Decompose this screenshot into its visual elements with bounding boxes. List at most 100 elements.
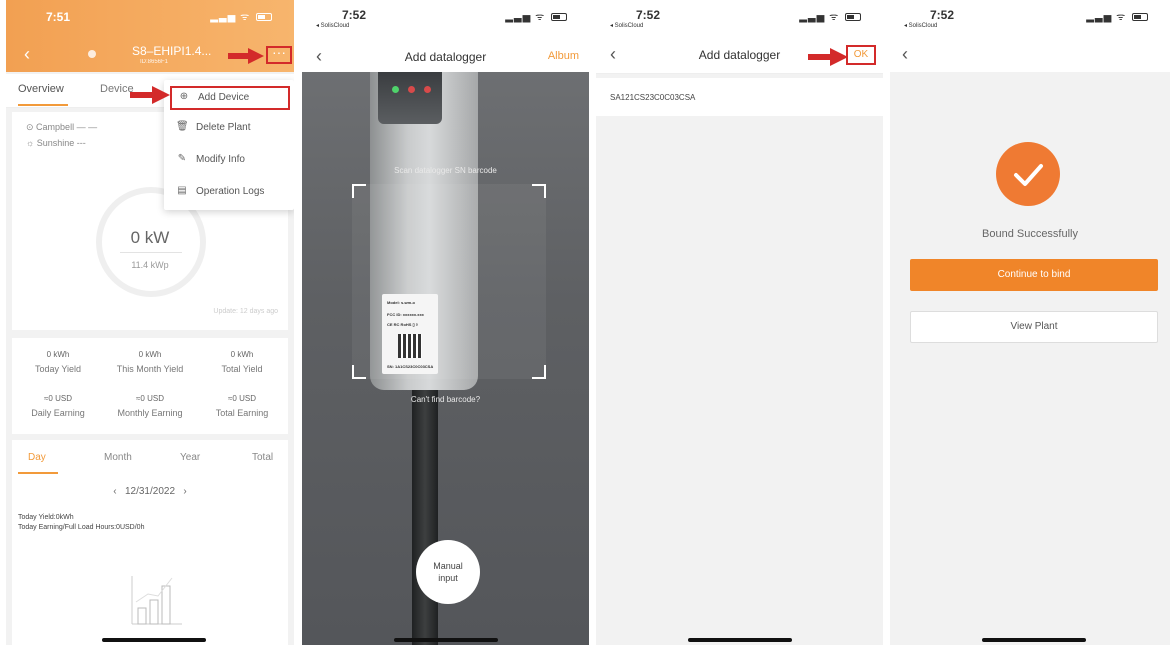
led-icon [424, 86, 431, 93]
weather-line: ☼ Sunshine --- [26, 138, 86, 148]
datalogger-top [378, 72, 442, 124]
tab-day[interactable]: Day [28, 452, 46, 463]
stat-monthly-earning: ≈0 USD Monthly Earning [117, 394, 183, 418]
stat-total-yield: 0 kWh Total Yield [221, 350, 263, 374]
back-to-app[interactable]: ◂ SolisCloud [904, 22, 937, 29]
trash-icon: 🗑 [176, 121, 189, 132]
home-indicator [982, 638, 1086, 642]
yield-card: 0 kWh Today Yield 0 kWh This Month Yield 0… [12, 338, 288, 434]
continue-to-bind-button[interactable]: Continue to bind [910, 259, 1158, 291]
datalogger-sn: SA121CS23C0C03CSA [610, 93, 696, 102]
battery-icon [551, 13, 567, 22]
tutorial-stage: 7:51 ▂▃▅ ᯤ ‹ S8–EHIPI1.4... ID:8656F1 ··… [0, 0, 1172, 645]
plant-id: ID:8656F1 [140, 59, 169, 65]
signal-icon: ▂▃▅ ᯤ [1086, 9, 1148, 23]
battery-icon [845, 13, 861, 22]
menu-modify-info[interactable]: ✎ Modify Info [170, 148, 290, 172]
led-icon [408, 86, 415, 93]
signal-icon: ▂▃▅ ᯤ [799, 9, 861, 23]
tab-year[interactable]: Year [180, 452, 200, 463]
confirm-header: 7:52 ◂ SolisCloud ▂▃▅ ᯤ ‹ Add datalogger… [596, 0, 883, 74]
next-date-icon[interactable]: › [183, 486, 186, 497]
signal-icon: ▂▃▅ ᯤ [210, 9, 272, 23]
frame-corner [532, 184, 546, 198]
signal-icon: ▂▃▅ ᯤ [505, 9, 567, 23]
status-time: 7:52 [930, 8, 955, 22]
tab-indicator [18, 104, 68, 106]
more-dropdown-menu: ⊕ Add Device 🗑 Delete Plant ✎ Modify Inf… [164, 80, 294, 210]
success-check-icon [996, 142, 1060, 206]
stat-total-earning: ≈0 USD Total Earning [215, 394, 269, 418]
scan-datalogger-screen: 7:52 ◂ SolisCloud ▂▃▅ ᯤ ‹ Add datalogger… [302, 0, 589, 645]
yield-note: Today Yield:0kWh [18, 514, 74, 521]
scan-header: 7:52 ◂ SolisCloud ▂▃▅ ᯤ ‹ Add datalogger… [302, 0, 589, 72]
sn-input-row[interactable]: SA121CS23C0C03CSA [596, 78, 883, 116]
status-time: 7:51 [46, 10, 71, 24]
success-header: 7:52 ◂ SolisCloud ▂▃▅ ᯤ ‹ [890, 0, 1170, 72]
home-indicator [688, 638, 792, 642]
antenna-cable [412, 390, 438, 645]
plus-circle-icon: ⊕ [179, 91, 189, 102]
battery-icon [1132, 13, 1148, 22]
scan-frame [352, 184, 546, 379]
plant-header: 7:51 ▂▃▅ ᯤ ‹ S8–EHIPI1.4... ID:8656F1 ··… [6, 0, 294, 72]
red-arrow-icon [808, 48, 848, 66]
more-menu-button[interactable]: ··· [266, 45, 292, 64]
back-to-app[interactable]: ◂ SolisCloud [610, 22, 643, 29]
gauge-divider [120, 252, 182, 253]
current-date: 12/31/2022 [124, 486, 176, 497]
back-icon[interactable]: ‹ [902, 44, 908, 65]
confirm-sn-screen: 7:52 ◂ SolisCloud ▂▃▅ ᯤ ‹ Add datalogger… [596, 0, 883, 645]
update-time: Update: 12 days ago [213, 308, 278, 315]
red-arrow-icon [228, 48, 264, 64]
manual-input-button[interactable]: Manual input [416, 540, 480, 604]
led-icon [392, 86, 399, 93]
chart-card: Day Month Year Total ‹ 12/31/2022 › Toda… [12, 440, 288, 645]
period-indicator [18, 472, 58, 474]
back-to-app[interactable]: ◂ SolisCloud [316, 22, 349, 29]
checkmark-icon [1014, 164, 1043, 186]
view-plant-button[interactable]: View Plant [910, 311, 1158, 343]
plant-status-icon [88, 50, 96, 58]
stat-today-yield: 0 kWh Today Yield [34, 350, 82, 374]
status-bar: 7:51 ▂▃▅ ᯤ [6, 0, 294, 36]
page-title: Add datalogger [404, 50, 487, 64]
frame-corner [532, 365, 546, 379]
frame-corner [352, 184, 366, 198]
log-icon: ▤ [177, 185, 187, 196]
plant-overview-screen: 7:51 ▂▃▅ ᯤ ‹ S8–EHIPI1.4... ID:8656F1 ··… [6, 0, 294, 645]
bind-success-screen: 7:52 ◂ SolisCloud ▂▃▅ ᯤ ‹ Bound Successf… [890, 0, 1170, 645]
tab-device[interactable]: Device [100, 83, 134, 95]
current-power: 0 kW [130, 228, 170, 247]
status-bar: 7:52 ◂ SolisCloud ▂▃▅ ᯤ [596, 0, 883, 36]
cant-find-barcode-link[interactable]: Can't find barcode? [302, 395, 589, 404]
edit-icon: ✎ [177, 153, 187, 164]
date-selector[interactable]: ‹ 12/31/2022 › [12, 486, 288, 497]
tab-total[interactable]: Total [252, 452, 273, 463]
frame-corner [352, 365, 366, 379]
menu-add-device[interactable]: ⊕ Add Device [170, 86, 290, 110]
status-bar: 7:52 ◂ SolisCloud ▂▃▅ ᯤ [890, 0, 1170, 36]
battery-icon [256, 13, 272, 22]
plant-title: S8–EHIPI1.4... [132, 44, 212, 58]
ok-button[interactable]: OK [846, 45, 876, 65]
home-indicator [394, 638, 498, 642]
installed-capacity: 11.4 kWp [131, 260, 169, 270]
prev-date-icon[interactable]: ‹ [113, 486, 116, 497]
location-line: ⊙ Campbell — — [26, 122, 98, 132]
success-message: Bound Successfully [982, 228, 1078, 240]
scan-instruction: Scan datalogger SN barcode [394, 166, 497, 175]
stat-daily-earning: ≈0 USD Daily Earning [31, 394, 85, 418]
status-time: 7:52 [636, 8, 661, 22]
back-icon[interactable]: ‹ [24, 44, 30, 65]
home-indicator [102, 638, 206, 642]
red-arrow-icon [130, 86, 170, 104]
menu-delete-plant[interactable]: 🗑 Delete Plant [170, 116, 290, 140]
empty-chart-icon [131, 576, 182, 625]
album-button[interactable]: Album [548, 50, 579, 62]
camera-view: Model: s-wm-o FCC ID: xxxxxx.xxx CE RC R… [302, 72, 589, 645]
tab-month[interactable]: Month [104, 452, 132, 463]
menu-operation-logs[interactable]: ▤ Operation Logs [170, 180, 290, 204]
status-time: 7:52 [342, 8, 367, 22]
tab-overview[interactable]: Overview [18, 83, 64, 95]
